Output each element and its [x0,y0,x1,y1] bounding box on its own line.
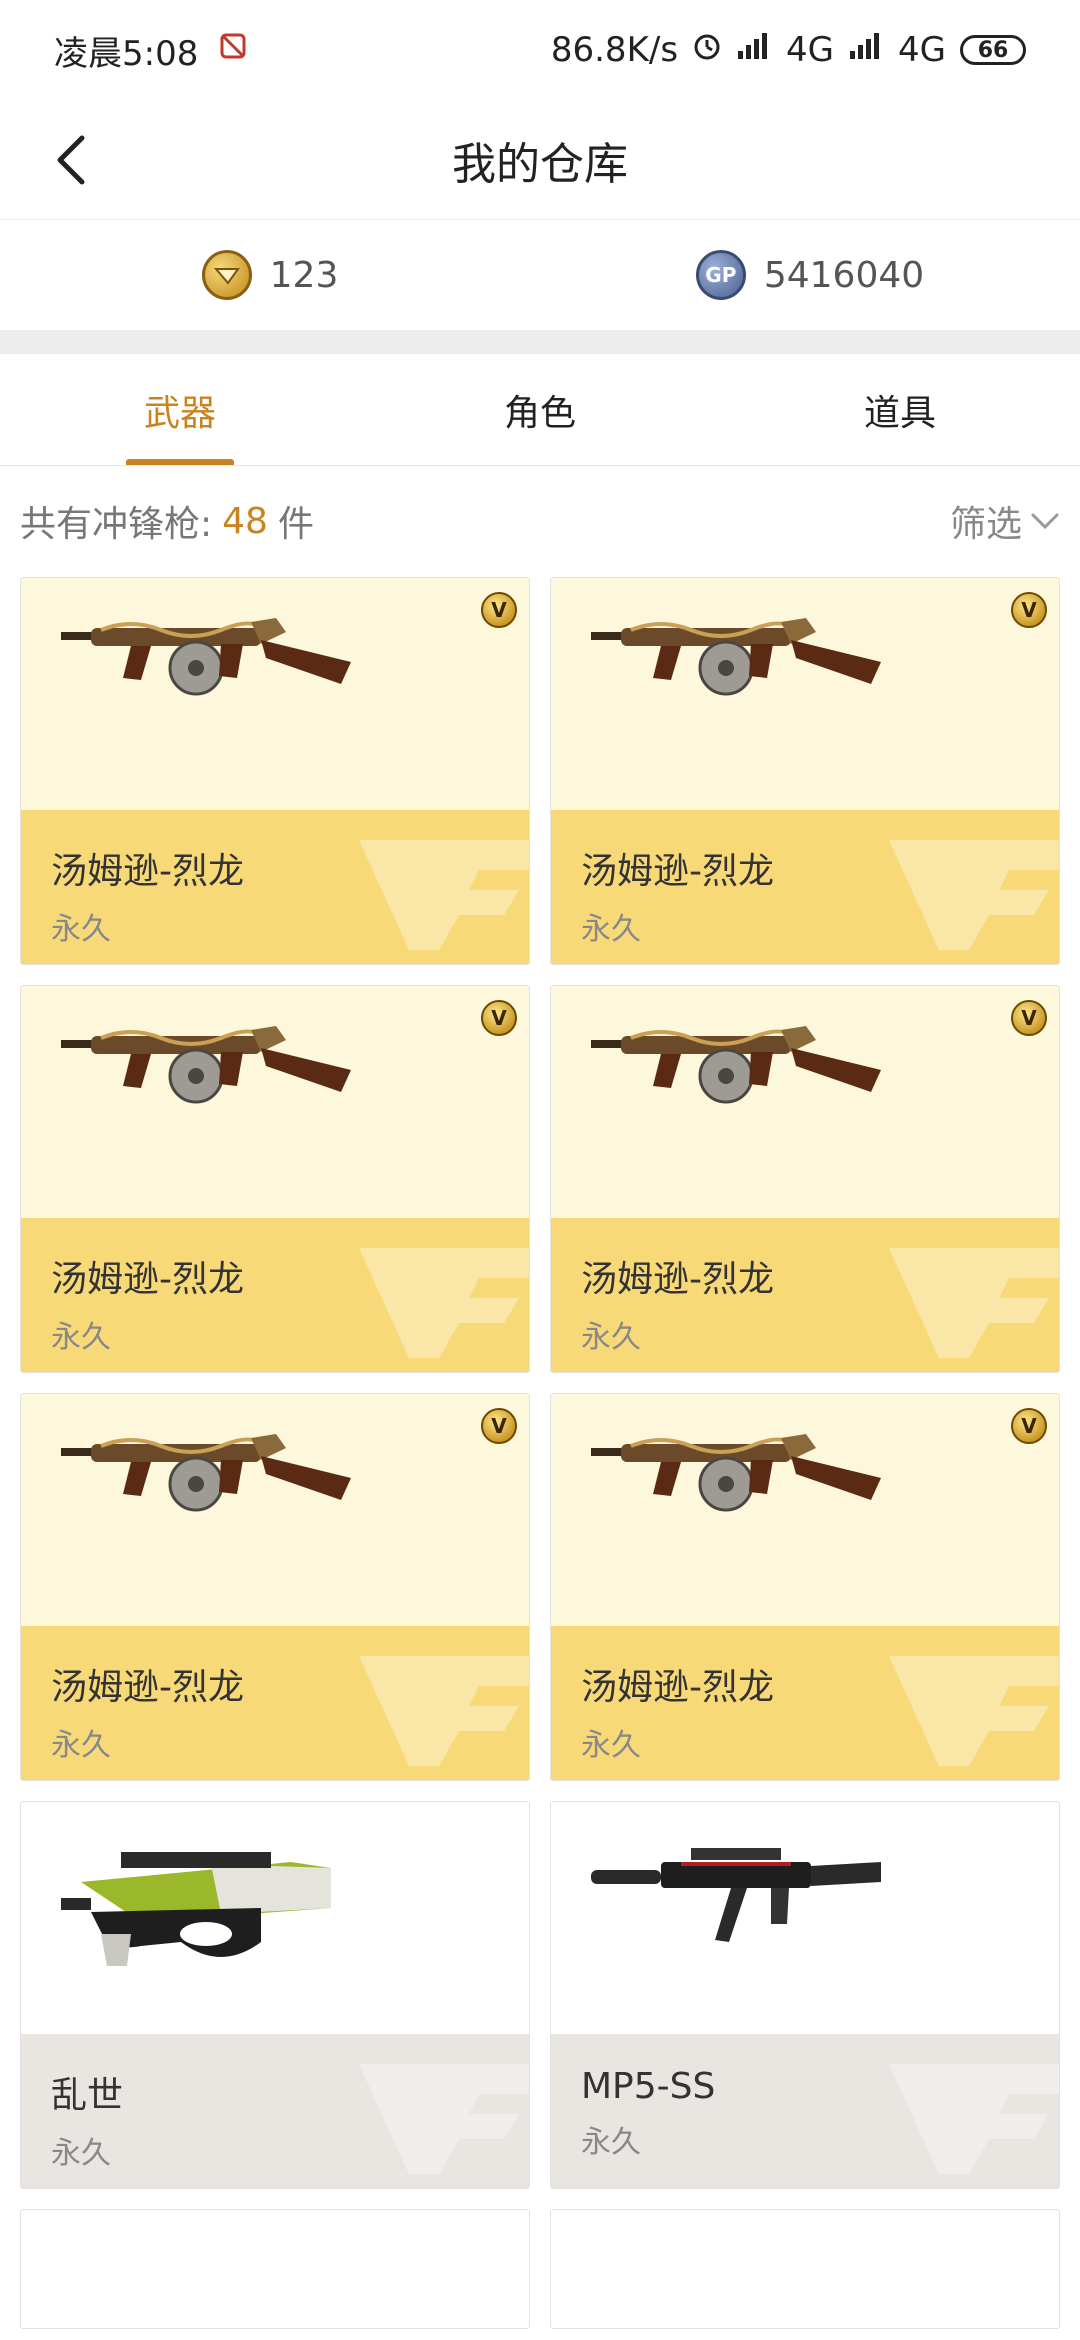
vip-badge-icon: V [1011,592,1047,628]
gp-coin-icon: GP [695,250,746,300]
item-name: 汤姆逊-烈龙 [51,1259,244,1300]
item-name: 汤姆逊-烈龙 [581,1259,774,1300]
item-card[interactable]: V 汤姆逊-烈龙永久 [550,985,1060,1373]
thompson-gun-image [61,618,361,732]
back-button[interactable] [36,124,108,196]
item-card[interactable]: V 汤姆逊-烈龙永久 [20,1393,530,1781]
thompson-gun-image [591,618,891,732]
tab-characters[interactable]: 角色 [360,354,720,465]
item-card[interactable] [550,2209,1060,2329]
thompson-gun-image [61,1026,361,1140]
network-type-1: 4G [786,30,835,70]
category-tabs: 武器 角色 道具 [0,354,1080,466]
item-image-area: V [21,578,529,810]
item-name: 乱世 [51,2075,124,2116]
summary-prefix: 共有冲锋枪: [20,504,213,545]
battery-icon: 66 [960,35,1026,65]
page-title: 我的仓库 [452,138,628,190]
item-image-area: V [21,986,529,1218]
app-notification-icon [218,30,248,70]
signal-icon [736,30,772,70]
section-divider [0,330,1080,354]
item-card[interactable]: V 汤姆逊-烈龙永久 [550,1393,1060,1781]
item-card[interactable]: V 汤姆逊-烈龙永久 [20,985,530,1373]
item-card[interactable]: MP5-SS 永久 [550,1801,1060,2189]
alarm-icon [692,30,722,70]
item-grid: V 汤姆逊-烈龙 永久 V 汤姆逊-烈龙 永久 V 汤姆逊-烈龙 永久 V 汤姆逊-烈… [20,577,1060,2329]
item-name: 汤姆逊-烈龙 [581,1667,774,1708]
item-card[interactable]: V 汤姆逊-烈龙永久 [20,577,530,965]
item-name: 汤姆逊-烈龙 [581,851,774,892]
item-image-area [21,1802,529,2034]
vip-badge-icon: V [481,1408,517,1444]
item-duration: 永久 [51,2136,111,2171]
item-duration: 永久 [581,1320,641,1355]
item-info: 汤姆逊-烈龙永久 [21,1218,529,1372]
item-duration: 永久 [581,912,641,947]
item-duration: 永久 [51,1320,111,1355]
item-name: MP5-SS [581,2066,716,2107]
app-header: 我的仓库 [0,100,1080,220]
chevron-down-icon [1031,513,1059,530]
item-image-area: V [551,578,1059,810]
mp5-gun-image [591,1842,891,1956]
signal-hd-icon [848,30,884,70]
item-duration: 永久 [581,2125,641,2160]
filter-label: 筛选 [949,504,1022,545]
cf-points: 123 [0,220,540,330]
summary-count: 48 [222,500,268,542]
vip-badge-icon: V [1011,1408,1047,1444]
thompson-gun-image [61,1434,361,1548]
item-duration: 永久 [581,1728,641,1763]
item-info: 汤姆逊-烈龙永久 [21,810,529,964]
vip-badge-icon: V [1011,1000,1047,1036]
currency-bar: 123 GP 5416040 [0,220,1080,330]
item-duration: 永久 [51,912,111,947]
item-image-area [551,1802,1059,2034]
item-info: MP5-SS 永久 [551,2034,1059,2188]
tab-weapons[interactable]: 武器 [0,354,360,465]
item-image-area: V [551,1394,1059,1626]
status-time: 凌晨5:08 [54,33,199,74]
item-name: 汤姆逊-烈龙 [51,851,244,892]
thompson-gun-image [591,1434,891,1548]
vip-badge-icon: V [481,592,517,628]
chevron-left-icon [57,135,85,185]
item-image-area: V [551,986,1059,1218]
summary-suffix: 件 [277,504,314,545]
gp-points-value: 5416040 [763,254,925,296]
thompson-gun-image [591,1026,891,1140]
item-info: 汤姆逊-烈龙永久 [551,810,1059,964]
item-card[interactable]: 乱世 永久 [20,1801,530,2189]
p90-gun-image [61,1842,361,1976]
item-info: 汤姆逊-烈龙永久 [551,1218,1059,1372]
item-image-area: V [21,1394,529,1626]
item-card[interactable] [20,2209,530,2329]
filter-button[interactable]: 筛选 [950,495,1060,547]
item-duration: 永久 [51,1728,111,1763]
item-card[interactable]: V 汤姆逊-烈龙永久 [550,577,1060,965]
network-speed: 86.8K/s [550,30,679,70]
inventory-summary: 共有冲锋枪: 48 件 筛选 [0,466,1080,576]
item-info: 乱世 永久 [21,2034,529,2188]
gp-points: GP 5416040 [540,220,1080,330]
item-name: 汤姆逊-烈龙 [51,1667,244,1708]
vip-badge-icon: V [481,1000,517,1036]
cf-points-value: 123 [269,254,339,296]
item-info: 汤姆逊-烈龙永久 [551,1626,1059,1780]
cf-coin-icon [201,250,252,300]
network-type-2: 4G [898,30,946,70]
tab-items[interactable]: 道具 [720,354,1080,465]
status-bar: 凌晨5:08 86.8K/s 4G 4G 66 [0,0,1080,100]
item-info: 汤姆逊-烈龙永久 [21,1626,529,1780]
